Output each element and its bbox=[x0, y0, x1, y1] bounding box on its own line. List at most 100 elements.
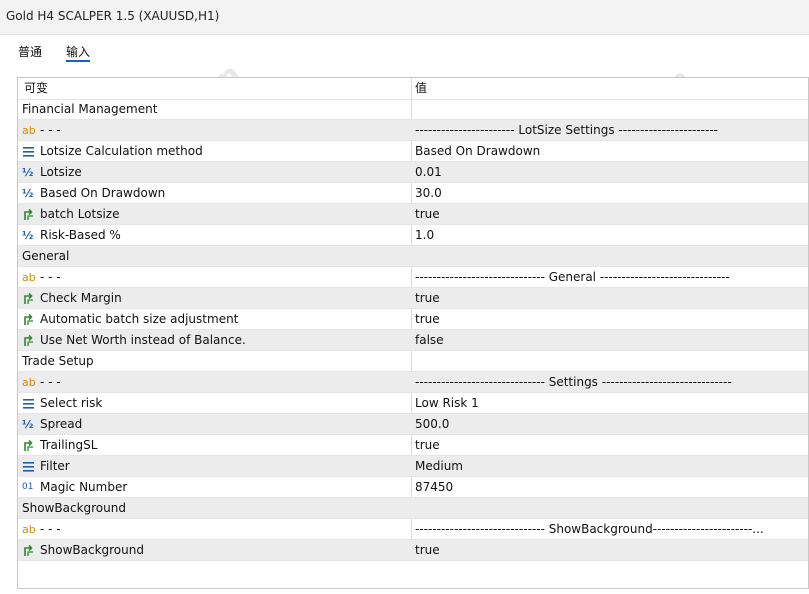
variable-cell[interactable]: ½ Risk-Based % bbox=[18, 225, 411, 246]
variable-value: 87450 bbox=[415, 480, 454, 494]
table-row[interactable]: batch Lotsize true bbox=[18, 204, 808, 225]
half-icon: ½ bbox=[22, 166, 34, 179]
table-row[interactable]: Select risk Low Risk 1 bbox=[18, 393, 808, 414]
table-row[interactable]: TrailingSL true bbox=[18, 435, 808, 456]
ab-icon: ab bbox=[22, 124, 36, 137]
variable-name: Trade Setup bbox=[22, 354, 94, 368]
variable-name: Financial Management bbox=[22, 102, 158, 116]
table-row[interactable]: ab - - - ------------------------------ Sh… bbox=[18, 519, 808, 540]
variable-value: 0.01 bbox=[415, 165, 442, 179]
int-icon: 01 bbox=[22, 482, 34, 492]
variable-name: Based On Drawdown bbox=[40, 186, 166, 200]
header-cell-variable[interactable]: 可变 bbox=[18, 78, 411, 99]
half-icon: ½ bbox=[22, 187, 34, 200]
ab-icon: ab bbox=[22, 271, 36, 284]
variable-name: Automatic batch size adjustment bbox=[40, 312, 239, 326]
table-row[interactable]: ab - - - ----------------------- LotSize S… bbox=[18, 120, 808, 141]
variable-name: Select risk bbox=[40, 396, 103, 410]
table-row[interactable]: Filter Medium bbox=[18, 456, 808, 477]
value-cell bbox=[413, 498, 808, 519]
table-row[interactable]: 01 Magic Number 87450 bbox=[18, 477, 808, 498]
variable-cell[interactable]: ½ Based On Drawdown bbox=[18, 183, 411, 204]
variable-cell[interactable]: Filter bbox=[18, 456, 411, 477]
variable-name: - - - bbox=[40, 123, 61, 137]
value-cell[interactable]: ------------------------------ Settings … bbox=[413, 372, 808, 393]
variable-value: 1.0 bbox=[415, 228, 435, 242]
table-row[interactable]: ½ Lotsize 0.01 bbox=[18, 162, 808, 183]
variable-cell[interactable]: ab - - - bbox=[18, 519, 411, 540]
variable-cell[interactable]: Financial Management bbox=[18, 99, 415, 120]
variable-name: ShowBackground bbox=[22, 501, 126, 515]
value-cell[interactable]: ------------------------------ General -… bbox=[413, 267, 808, 288]
variable-value: true bbox=[415, 312, 440, 326]
value-cell[interactable]: 30.0 bbox=[413, 183, 808, 204]
variable-value: ------------------------------ Settings … bbox=[415, 375, 732, 389]
value-cell[interactable]: 1.0 bbox=[413, 225, 808, 246]
value-cell[interactable]: true bbox=[413, 435, 808, 456]
table-row[interactable]: Automatic batch size adjustment true bbox=[18, 309, 808, 330]
group-row[interactable]: Trade Setup bbox=[18, 351, 808, 372]
value-cell[interactable]: ------------------------------ ShowBackg… bbox=[413, 519, 808, 540]
variable-name: General bbox=[22, 249, 70, 263]
variable-cell[interactable]: Check Margin bbox=[18, 288, 411, 309]
table-row[interactable]: Use Net Worth instead of Balance. false bbox=[18, 330, 808, 351]
variable-cell[interactable]: Use Net Worth instead of Balance. bbox=[18, 330, 411, 351]
value-cell bbox=[413, 351, 808, 372]
tab-inputs[interactable]: 输入 bbox=[66, 43, 90, 60]
variable-value: ------------------------------ ShowBackg… bbox=[415, 522, 764, 536]
bool-arrow-icon bbox=[22, 292, 36, 305]
variable-value: 500.0 bbox=[415, 417, 450, 431]
group-row[interactable]: ShowBackground bbox=[18, 498, 808, 519]
variable-cell[interactable]: ½ Spread bbox=[18, 414, 411, 435]
table-header-row: 可变 值 bbox=[18, 78, 808, 99]
value-cell[interactable]: true bbox=[413, 288, 808, 309]
table-row[interactable]: Check Margin true bbox=[18, 288, 808, 309]
value-cell[interactable]: ----------------------- LotSize Settings… bbox=[413, 120, 808, 141]
group-row[interactable]: Financial Management bbox=[18, 99, 808, 120]
variable-cell[interactable]: ShowBackground bbox=[18, 540, 411, 561]
value-cell[interactable]: Based On Drawdown bbox=[413, 141, 808, 162]
variable-name: Lotsize Calculation method bbox=[40, 144, 203, 158]
group-row[interactable]: General bbox=[18, 246, 808, 267]
variable-cell[interactable]: ShowBackground bbox=[18, 498, 415, 519]
variable-cell[interactable]: Lotsize Calculation method bbox=[18, 141, 411, 162]
variable-cell[interactable]: ½ Lotsize bbox=[18, 162, 411, 183]
variable-cell[interactable]: 01 Magic Number bbox=[18, 477, 411, 498]
table-row[interactable]: ShowBackground true bbox=[18, 540, 808, 561]
variable-cell[interactable]: batch Lotsize bbox=[18, 204, 411, 225]
variable-name: Lotsize bbox=[40, 165, 82, 179]
value-cell[interactable]: false bbox=[413, 330, 808, 351]
variable-value: 30.0 bbox=[415, 186, 442, 200]
variable-cell[interactable]: ab - - - bbox=[18, 120, 411, 141]
value-cell[interactable]: 0.01 bbox=[413, 162, 808, 183]
bool-arrow-icon bbox=[22, 544, 36, 557]
variable-value: ----------------------- LotSize Settings… bbox=[415, 123, 718, 137]
variable-cell[interactable]: ab - - - bbox=[18, 372, 411, 393]
variable-cell[interactable]: Automatic batch size adjustment bbox=[18, 309, 411, 330]
variable-name: Check Margin bbox=[40, 291, 122, 305]
value-cell[interactable]: 500.0 bbox=[413, 414, 808, 435]
bool-arrow-icon bbox=[22, 439, 36, 452]
table-row[interactable]: ½ Spread 500.0 bbox=[18, 414, 808, 435]
value-cell[interactable]: true bbox=[413, 309, 808, 330]
variable-name: Spread bbox=[40, 417, 83, 431]
table-row[interactable]: ab - - - ------------------------------ Ge… bbox=[18, 267, 808, 288]
row-divider bbox=[18, 560, 808, 561]
tab-common[interactable]: 普通 bbox=[18, 43, 42, 60]
value-cell[interactable]: 87450 bbox=[413, 477, 808, 498]
header-cell-value[interactable]: 值 bbox=[413, 78, 808, 99]
table-row[interactable]: ½ Based On Drawdown 30.0 bbox=[18, 183, 808, 204]
value-cell[interactable]: Medium bbox=[413, 456, 808, 477]
variable-cell[interactable]: ab - - - bbox=[18, 267, 411, 288]
table-row[interactable]: Lotsize Calculation method Based On Drawd… bbox=[18, 141, 808, 162]
variable-cell[interactable]: Select risk bbox=[18, 393, 411, 414]
value-cell[interactable]: true bbox=[413, 204, 808, 225]
variable-cell[interactable]: TrailingSL bbox=[18, 435, 411, 456]
value-cell[interactable]: Low Risk 1 bbox=[413, 393, 808, 414]
table-row[interactable]: ½ Risk-Based % 1.0 bbox=[18, 225, 808, 246]
table-row[interactable]: ab - - - ------------------------------ Se… bbox=[18, 372, 808, 393]
variable-name: TrailingSL bbox=[40, 438, 98, 452]
variable-cell[interactable]: Trade Setup bbox=[18, 351, 415, 372]
variable-cell[interactable]: General bbox=[18, 246, 415, 267]
value-cell[interactable]: true bbox=[413, 540, 808, 561]
